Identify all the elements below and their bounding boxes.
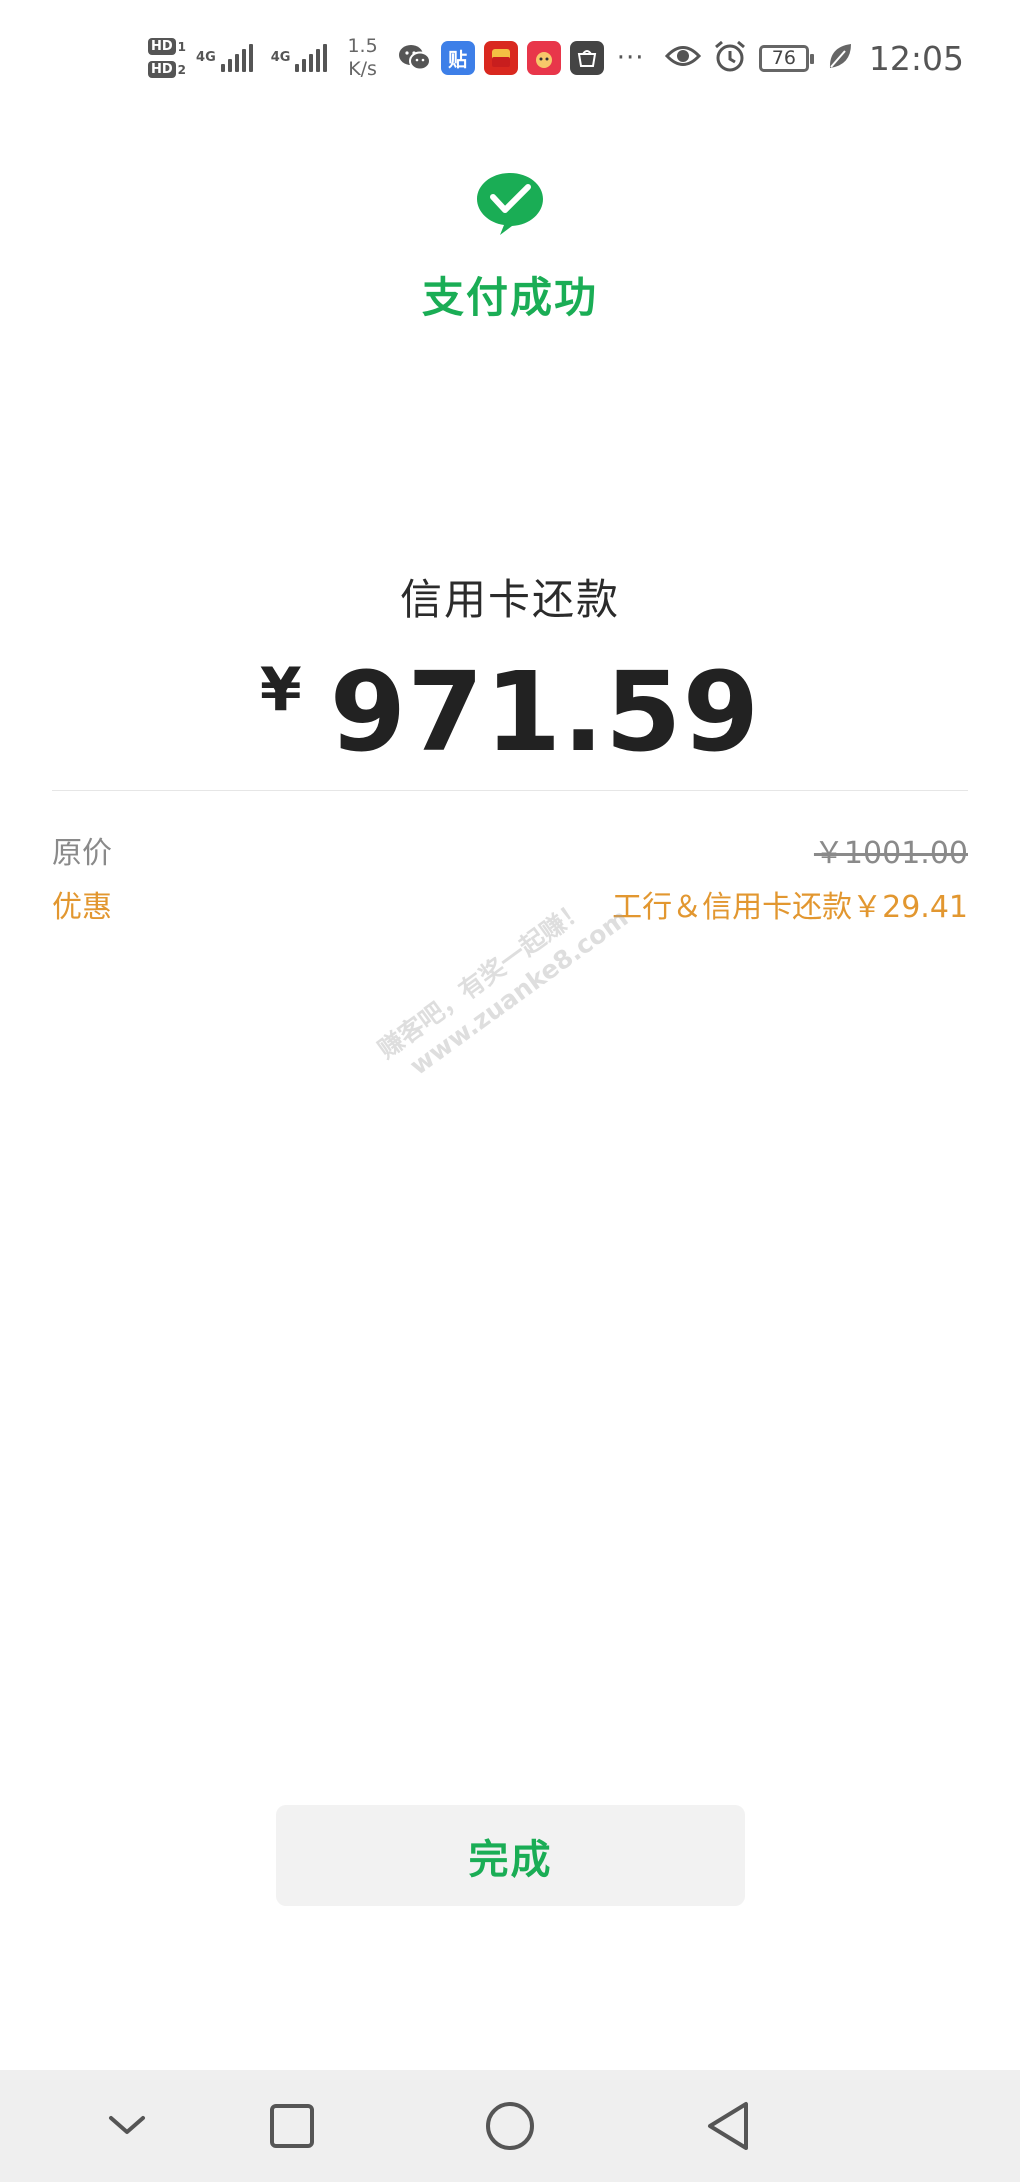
eye-icon — [664, 43, 701, 73]
signal-1-icon: 4G — [196, 44, 253, 72]
huawei-app-icon — [569, 41, 604, 75]
network-speed-unit: K/s — [348, 58, 377, 80]
hd1-badge: HD — [148, 38, 176, 55]
original-price-row: 原价 ￥1001.00 — [52, 828, 968, 872]
network-speed-value: 1.5 — [347, 35, 378, 57]
signal-1-label: 4G — [196, 50, 216, 65]
status-bar: HD 1 HD 2 4G 4G 1.5 K/s 贴 ··· 76 12:05 — [0, 0, 1020, 118]
notification-icons: 贴 ··· — [398, 41, 645, 75]
hd2-indicator: HD 2 — [148, 61, 186, 78]
signal-2-icon: 4G — [271, 44, 328, 72]
hd2-sub: 2 — [177, 62, 187, 77]
discount-value: 工行＆信用卡还款￥29.41 — [612, 890, 968, 925]
triangle-back-icon[interactable] — [698, 2096, 758, 2156]
hd1-sub: 1 — [177, 39, 187, 54]
system-navigation-bar — [0, 2070, 1020, 2182]
hd1-indicator: HD 1 — [148, 38, 186, 55]
discount-row: 优惠 工行＆信用卡还款￥29.41 — [52, 882, 968, 926]
status-bar-right: 76 12:05 — [664, 34, 964, 82]
more-notifications-icon: ··· — [616, 43, 645, 73]
circle-home-icon[interactable] — [480, 2096, 540, 2156]
leaf-icon — [827, 41, 853, 75]
wechat-pay-success-icon — [474, 167, 546, 239]
payment-amount: ¥971.59 — [0, 648, 1020, 776]
discount-label: 优惠 — [52, 890, 112, 925]
wechat-icon — [398, 41, 432, 75]
amount-value: 971.59 — [329, 648, 761, 776]
red-envelope-app-icon — [483, 41, 518, 75]
payment-description: 信用卡还款 — [399, 575, 620, 624]
hd-indicators: HD 1 HD 2 — [148, 38, 186, 78]
original-price-label: 原价 — [52, 836, 112, 871]
payment-success-title: 支付成功 — [421, 273, 598, 322]
clock-time: 12:05 — [868, 38, 964, 78]
status-bar-left: HD 1 HD 2 4G 4G 1.5 K/s 贴 ··· — [148, 28, 644, 88]
network-speed: 1.5 K/s — [347, 35, 377, 81]
battery-level: 76 — [771, 47, 796, 69]
battery-icon: 76 — [758, 44, 814, 72]
divider — [52, 790, 968, 791]
done-button[interactable]: 完成 — [276, 1805, 745, 1906]
red-app-icon — [526, 41, 561, 75]
original-price-value: ￥1001.00 — [813, 836, 968, 871]
signal-2-label: 4G — [270, 50, 291, 65]
tieba-icon: 贴 — [440, 41, 475, 75]
hd2-badge: HD — [148, 61, 176, 78]
chevron-down-icon[interactable] — [97, 2096, 157, 2156]
currency-symbol: ¥ — [259, 655, 302, 725]
square-recents-icon[interactable] — [262, 2096, 322, 2156]
alarm-clock-icon — [713, 39, 747, 77]
